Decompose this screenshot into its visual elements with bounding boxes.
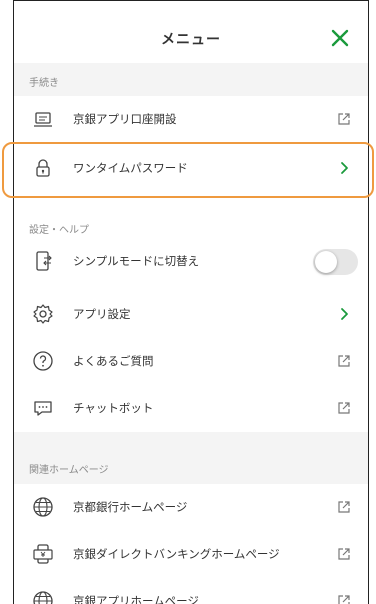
chat-icon [34,401,52,416]
external-link-icon [338,355,350,367]
menu-item-faq[interactable]: よくあるご質問 [14,338,368,385]
menu-header: メニュー [14,1,368,63]
gear-icon [33,304,53,324]
menu-item-label: 京都銀行ホームページ [73,500,188,514]
menu-item-label: 京銀アプリホームページ [73,594,199,604]
globe-icon [33,591,53,604]
menu-item-label: 京銀アプリ口座開設 [73,112,177,126]
chevron-right-icon [341,308,348,320]
menu-item-chatbot[interactable]: チャットボット [14,385,368,432]
question-icon [33,351,53,371]
menu-item-app-homepage[interactable]: 京銀アプリホームページ [14,578,368,604]
menu-item-app-settings[interactable]: アプリ設定 [14,291,368,338]
section-label: 手続き [29,78,59,89]
menu-item-label: ワンタイムパスワード [73,161,188,175]
external-link-icon [338,595,350,604]
chevron-right-icon [341,162,348,174]
menu-item-simple-mode: シンプルモードに切替え [14,238,368,285]
external-link-icon [338,402,350,414]
menu-item-one-time-password[interactable]: ワンタイムパスワード [14,144,368,192]
menu-item-label: 京銀ダイレクトバンキングホームページ [73,547,280,561]
simple-mode-toggle[interactable] [313,249,358,275]
section-label: 関連ホームページ [29,465,109,476]
menu-item-kyoto-bank-homepage[interactable]: 京都銀行ホームページ [14,484,368,531]
menu-item-direct-banking-homepage[interactable]: 京銀ダイレクトバンキングホームページ [14,531,368,578]
menu-item-account-opening[interactable]: 京銀アプリ口座開設 [14,96,368,143]
phone-switch-icon [36,251,52,271]
laptop-icon [34,112,52,127]
menu-panel: メニュー 手続き 京銀アプリ口座開設 ワンタイムパスワード 設定・ヘルプ シンプ… [13,0,369,604]
close-icon[interactable] [330,28,350,48]
toggle-knob [315,251,337,273]
menu-item-label: よくあるご質問 [73,354,154,368]
section-links: 関連ホームページ [14,432,368,484]
external-link-icon [338,548,350,560]
menu-item-label: シンプルモードに切替え [73,254,200,268]
menu-item-label: チャットボット [73,401,154,415]
globe-icon [33,497,53,517]
external-link-icon [338,501,350,513]
external-link-icon [338,113,350,125]
page-title: メニュー [161,32,221,48]
section-label: 設定・ヘルプ [29,225,89,236]
menu-item-label: アプリ設定 [73,307,131,321]
section-procedures: 手続き [14,63,368,96]
lock-icon [36,159,50,177]
section-settings: 設定・ヘルプ [14,204,368,237]
phone-yen-icon [33,544,53,564]
